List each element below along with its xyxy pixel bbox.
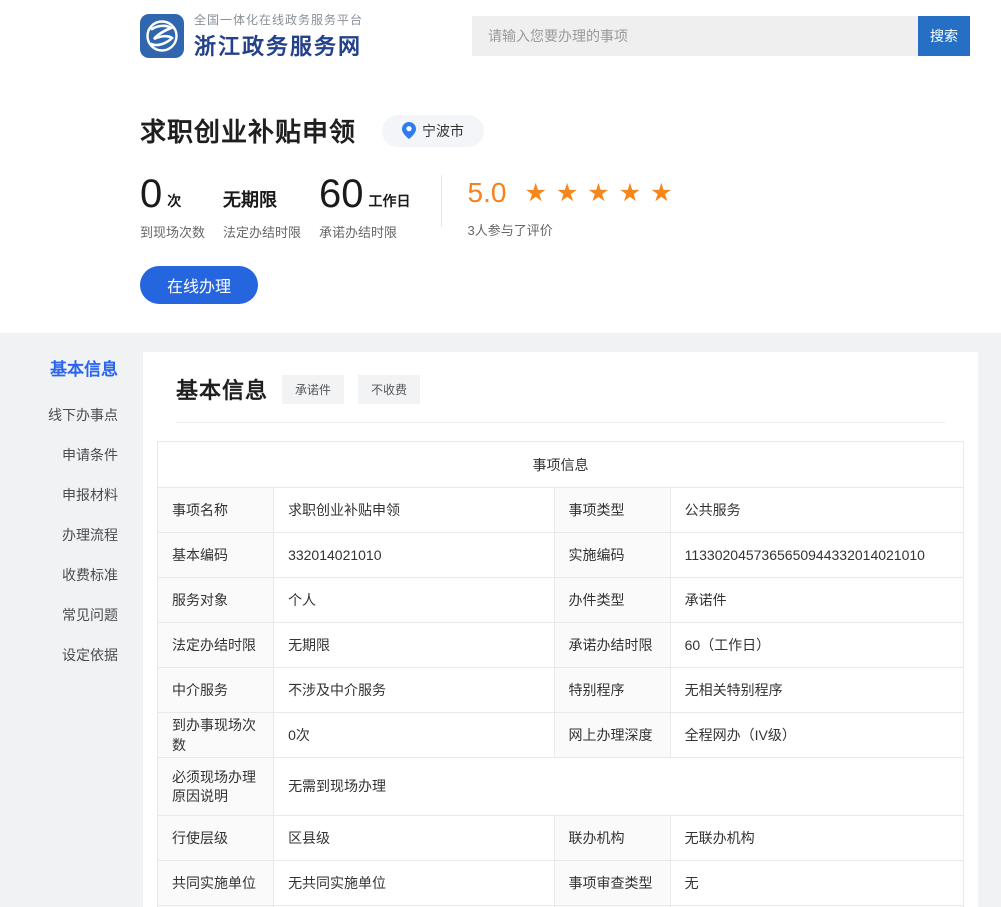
- field-label: 网上办理深度: [554, 713, 670, 758]
- service-hero: 求职创业补贴申领 宁波市 0 次 到现场次数 无期限 法定办结时限 60: [0, 72, 1001, 333]
- sidebar-item-link[interactable]: 设定依据: [0, 647, 143, 663]
- table-title: 事项信息: [158, 442, 964, 488]
- search-input[interactable]: [472, 16, 918, 56]
- field-label: 必须现场办理原因说明: [158, 758, 274, 816]
- sidebar-item-link[interactable]: 线下办事点: [0, 407, 143, 423]
- field-label: 基本编码: [158, 533, 274, 578]
- table-row: 法定办结时限无期限承诺办结时限60（工作日）: [158, 623, 964, 668]
- logo-text: 全国一体化在线政务服务平台 浙江政务服务网: [194, 11, 363, 61]
- table-row: 事项名称求职创业补贴申领事项类型公共服务: [158, 488, 964, 533]
- field-label: 联办机构: [554, 816, 670, 861]
- field-label: 到办事现场次数: [158, 713, 274, 758]
- field-value: 无共同实施单位: [274, 861, 554, 906]
- field-value: 区县级: [274, 816, 554, 861]
- search-bar: 搜索: [472, 16, 970, 56]
- sidebar-item-link[interactable]: 常见问题: [0, 607, 143, 623]
- service-tag: 不收费: [358, 375, 420, 404]
- table-row: 基本编码332014021010实施编码11330204573656509443…: [158, 533, 964, 578]
- sidebar-item-active[interactable]: 基本信息: [0, 360, 143, 380]
- table-row: 行使层级区县级联办机构无联办机构: [158, 816, 964, 861]
- field-value: 承诺件: [670, 578, 963, 623]
- table-row: 到办事现场次数0次网上办理深度全程网办（IV级）: [158, 713, 964, 758]
- online-apply-button[interactable]: 在线办理: [140, 266, 258, 304]
- field-label: 事项审查类型: [554, 861, 670, 906]
- location-pin-icon: [402, 122, 416, 139]
- basic-info-card: 基本信息 承诺件不收费 事项信息 事项名称求职创业补贴申领事项类型公共服务基本编…: [143, 352, 978, 907]
- content-band: 基本信息线下办事点申请条件申报材料办理流程收费标准常见问题设定依据 基本信息 承…: [0, 333, 1001, 907]
- table-row: 共同实施单位无共同实施单位事项审查类型无: [158, 861, 964, 906]
- sidebar-item-link[interactable]: 办理流程: [0, 527, 143, 543]
- stats-divider: [441, 175, 442, 227]
- location-label: 宁波市: [422, 121, 464, 141]
- field-value: 全程网办（IV级）: [670, 713, 963, 758]
- site-logo-icon: [140, 14, 184, 58]
- field-value: 无需到现场办理: [274, 758, 964, 816]
- field-label: 法定办结时限: [158, 623, 274, 668]
- table-row: 中介服务不涉及中介服务特别程序无相关特别程序: [158, 668, 964, 713]
- field-label: 行使层级: [158, 816, 274, 861]
- stat-value: 60: [319, 177, 364, 211]
- location-pill[interactable]: 宁波市: [382, 115, 484, 147]
- stat-onsite-visits: 0 次 到现场次数: [140, 175, 205, 241]
- rating-score: 5.0: [468, 177, 507, 209]
- stat-label: 法定办结时限: [223, 222, 301, 241]
- sidebar-nav: 基本信息线下办事点申请条件申报材料办理流程收费标准常见问题设定依据: [0, 333, 143, 687]
- field-value: 1133020457365650944332014021010: [670, 533, 963, 578]
- field-value: 不涉及中介服务: [274, 668, 554, 713]
- field-value: 60（工作日）: [670, 623, 963, 668]
- service-tag: 承诺件: [282, 375, 344, 404]
- field-value: 332014021010: [274, 533, 554, 578]
- stat-unit: 次: [167, 192, 181, 211]
- logo[interactable]: 全国一体化在线政务服务平台 浙江政务服务网: [140, 11, 363, 61]
- search-button[interactable]: 搜索: [918, 16, 970, 56]
- field-value: 无: [670, 861, 963, 906]
- table-row: 必须现场办理原因说明无需到现场办理: [158, 758, 964, 816]
- stat-label: 到现场次数: [140, 222, 205, 241]
- rating-participants: 3人参与了评价: [468, 220, 682, 239]
- field-value: 无期限: [274, 623, 554, 668]
- field-value: 求职创业补贴申领: [274, 488, 554, 533]
- field-value: 个人: [274, 578, 554, 623]
- field-label: 事项名称: [158, 488, 274, 533]
- section-title: 基本信息: [176, 373, 268, 405]
- field-label: 中介服务: [158, 668, 274, 713]
- table-row: 服务对象个人办件类型承诺件: [158, 578, 964, 623]
- rating-stars: ★★★★★: [524, 178, 681, 208]
- field-value: 无联办机构: [670, 816, 963, 861]
- stat-unit: 工作日: [369, 192, 411, 211]
- stat-label: 承诺办结时限: [319, 222, 411, 241]
- field-label: 服务对象: [158, 578, 274, 623]
- field-label: 承诺办结时限: [554, 623, 670, 668]
- table-body: 事项名称求职创业补贴申领事项类型公共服务基本编码332014021010实施编码…: [158, 488, 964, 907]
- sidebar-item-link[interactable]: 申报材料: [0, 487, 143, 503]
- service-info-table: 事项信息 事项名称求职创业补贴申领事项类型公共服务基本编码33201402101…: [157, 441, 964, 907]
- field-label: 办件类型: [554, 578, 670, 623]
- stats-row: 0 次 到现场次数 无期限 法定办结时限 60 工作日 承诺办结时限 5.0 ★…: [140, 175, 1001, 241]
- site-name: 浙江政务服务网: [194, 29, 363, 61]
- rating-block: 5.0 ★★★★★ 3人参与了评价: [468, 175, 682, 239]
- stat-promised-deadline: 60 工作日 承诺办结时限: [319, 175, 411, 241]
- field-label: 实施编码: [554, 533, 670, 578]
- sidebar-item-link[interactable]: 申请条件: [0, 447, 143, 463]
- stat-legal-deadline: 无期限 法定办结时限: [223, 175, 301, 241]
- section-divider: [176, 422, 945, 423]
- field-value: 公共服务: [670, 488, 963, 533]
- service-tags: 承诺件不收费: [268, 375, 420, 404]
- field-value: 0次: [274, 713, 554, 758]
- stat-value: 0: [140, 177, 162, 211]
- sidebar-item-link[interactable]: 收费标准: [0, 567, 143, 583]
- field-label: 特别程序: [554, 668, 670, 713]
- field-label: 共同实施单位: [158, 861, 274, 906]
- field-label: 事项类型: [554, 488, 670, 533]
- stat-value: 无期限: [223, 189, 277, 211]
- page-title: 求职创业补贴申领: [140, 112, 356, 149]
- header: 全国一体化在线政务服务平台 浙江政务服务网 搜索: [0, 0, 1001, 72]
- site-tagline: 全国一体化在线政务服务平台: [194, 11, 363, 28]
- field-value: 无相关特别程序: [670, 668, 963, 713]
